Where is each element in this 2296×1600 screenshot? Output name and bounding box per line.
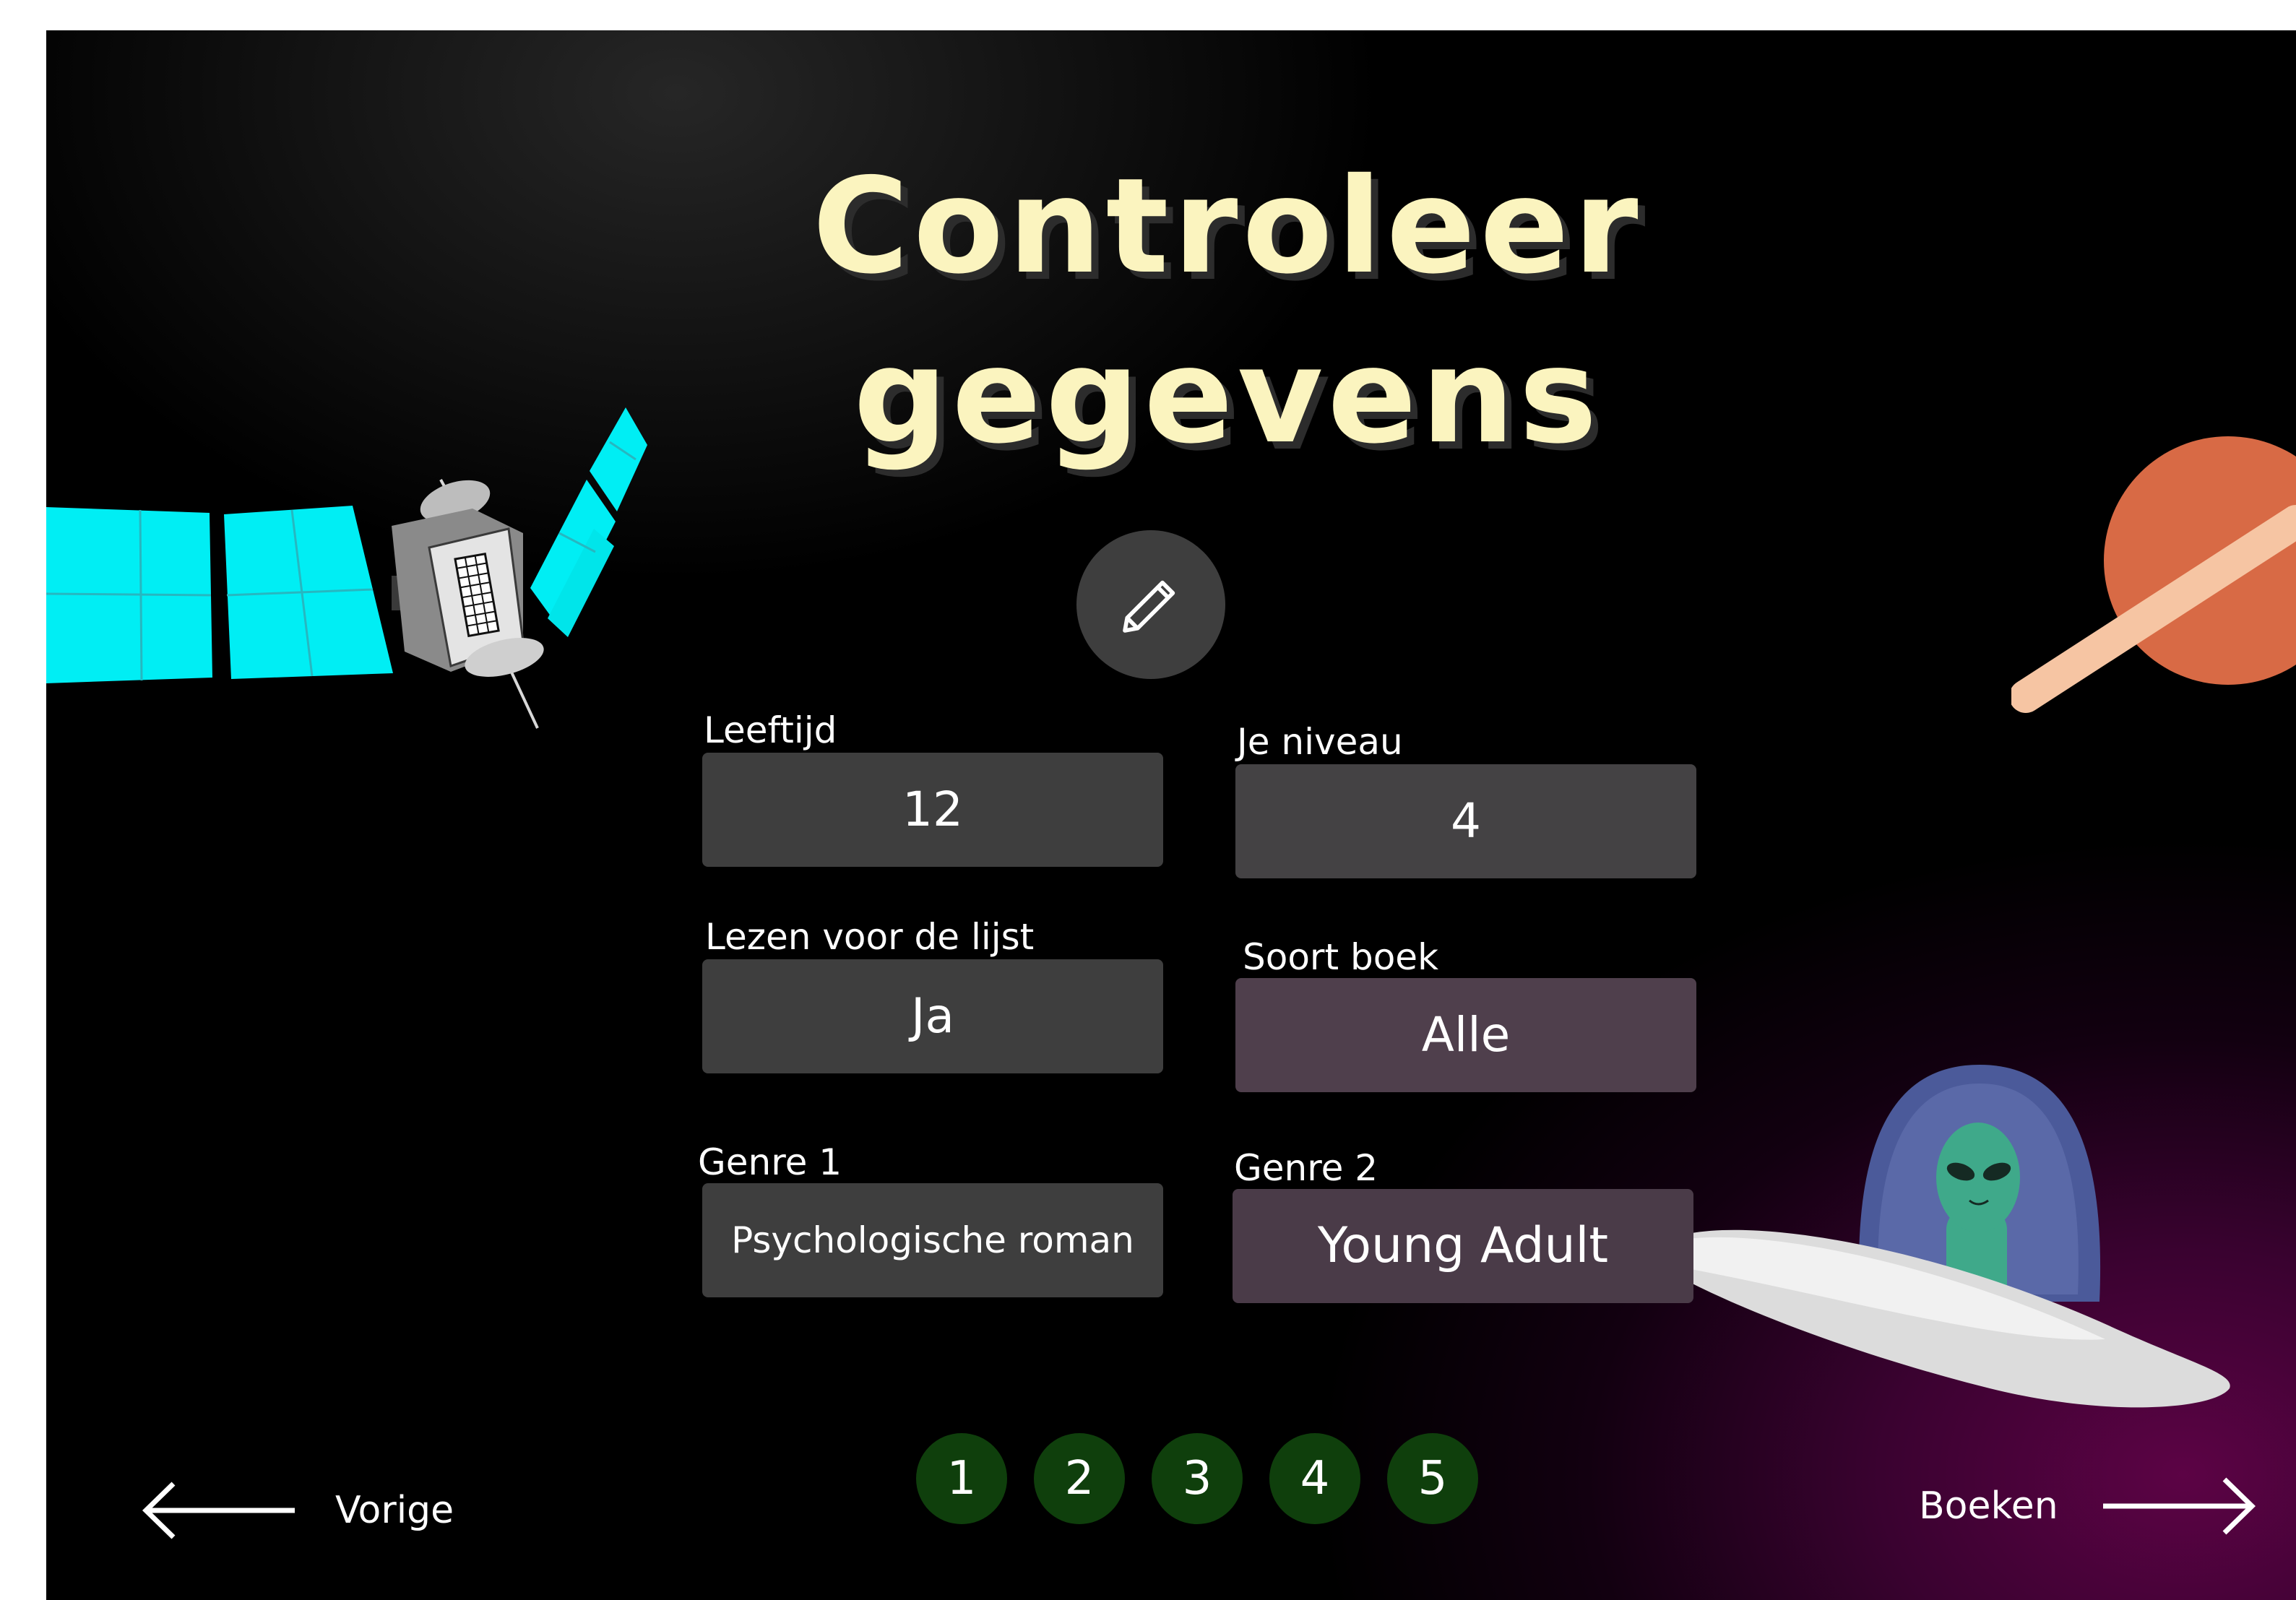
page-title-line1: Controleer [812,150,1643,303]
arrow-left-icon [142,1482,295,1539]
genre2-field[interactable]: Young Adult [1233,1189,1693,1303]
book-type-label: Soort boek [1243,936,1439,978]
book-type-field[interactable]: Alle [1235,978,1696,1092]
step-1[interactable]: 1 [916,1433,1007,1524]
previous-label: Vorige [335,1489,454,1532]
previous-button[interactable]: Vorige [142,1481,454,1540]
read-for-list-label: Lezen voor de lijst [705,916,1035,958]
step-4[interactable]: 4 [1269,1433,1360,1524]
level-label: Je niveau [1237,721,1403,763]
step-5[interactable]: 5 [1387,1433,1478,1524]
next-button[interactable]: Boeken [1919,1476,2256,1536]
ufo-illustration [1649,1065,2230,1408]
next-label: Boeken [1919,1484,2058,1528]
age-label: Leeftijd [704,709,837,751]
genre2-label: Genre 2 [1234,1147,1378,1189]
read-for-list-field[interactable]: Ja [702,959,1163,1073]
planet-illustration [2011,436,2296,713]
step-3[interactable]: 3 [1152,1433,1243,1524]
satellite-illustration [46,407,647,729]
step-2[interactable]: 2 [1034,1433,1125,1524]
page-title-line2: gegevens [853,319,1602,472]
edit-button[interactable] [1076,530,1225,679]
genre1-field[interactable]: Psychologische roman [702,1183,1163,1297]
genre1-label: Genre 1 [698,1141,842,1183]
age-field[interactable]: 12 [702,753,1163,867]
level-field[interactable]: 4 [1235,764,1696,878]
step-indicator: 1 2 3 4 5 [916,1433,1478,1524]
pencil-icon [1123,580,1175,633]
app-screen: Controleer gegevens Leeftijd 12 Je nivea… [46,30,2296,1600]
arrow-right-icon [2102,1477,2256,1535]
